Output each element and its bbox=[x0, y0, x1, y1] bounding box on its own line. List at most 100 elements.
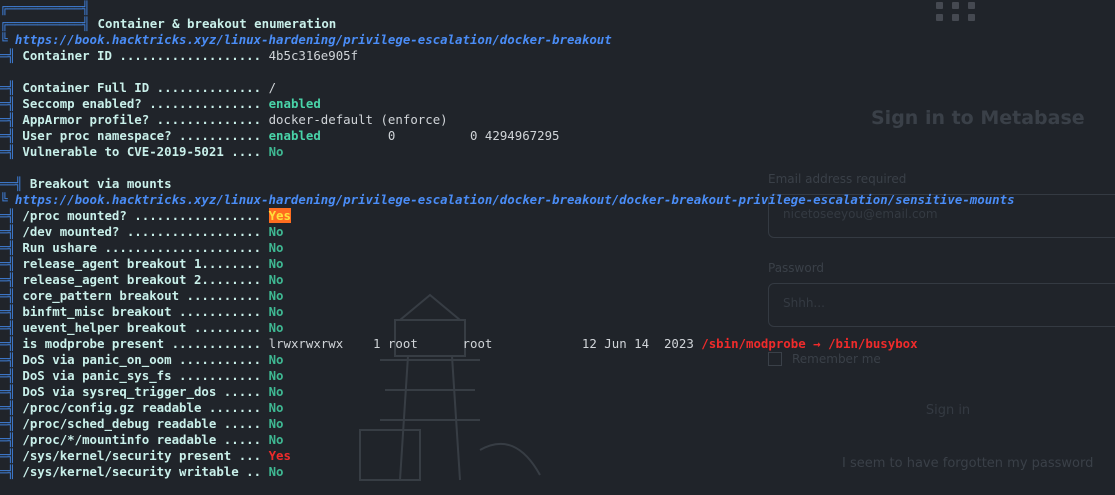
row-label: core_pattern breakout .......... bbox=[22, 288, 262, 303]
box-drawing-glyph: ═╣ bbox=[0, 288, 23, 303]
box-drawing-glyph: ═╣ bbox=[0, 432, 23, 447]
box-drawing-glyph: ═╣ bbox=[0, 304, 23, 319]
row-value: No bbox=[268, 432, 284, 447]
box-drawing-glyph: ═╣ bbox=[0, 400, 23, 415]
row-mountinfo: ═╣ /proc/*/mountinfo readable ..... No bbox=[0, 432, 284, 448]
row-label: User proc namespace? ........... bbox=[22, 128, 262, 143]
row-label: release_agent breakout 1........ bbox=[22, 256, 262, 271]
row-label: /proc/sched_debug readable ..... bbox=[22, 416, 262, 431]
row-proc-mounted: ═╣ /proc mounted? ................. Yes bbox=[0, 208, 291, 224]
row-config-gz: ═╣ /proc/config.gz readable ....... No bbox=[0, 400, 284, 416]
row-label: is modprobe present ............ bbox=[22, 336, 262, 351]
row-value: No bbox=[268, 416, 284, 431]
row-security-writable: ═╣ /sys/kernel/security writable .. No bbox=[0, 464, 284, 480]
row-label: DoS via panic_on_oom ........... bbox=[22, 352, 262, 367]
box-drawing-glyph: ═╣ bbox=[0, 256, 23, 271]
box-drawing-glyph: ═╣ bbox=[0, 224, 23, 239]
box-drawing-glyph: ═╣ bbox=[0, 464, 23, 479]
row-value: No bbox=[268, 384, 284, 399]
row-value: 4b5c316e905f bbox=[268, 48, 359, 63]
row-label: /sys/kernel/security present ... bbox=[22, 448, 262, 463]
row-container-id: ═╣ Container ID ................... 4b5c… bbox=[0, 48, 358, 64]
row-seccomp: ═╣ Seccomp enabled? ............... enab… bbox=[0, 96, 321, 112]
row-value: docker-default (enforce) bbox=[268, 112, 448, 127]
row-binfmt-misc: ═╣ binfmt_misc breakout ........... No bbox=[0, 304, 284, 320]
row-modprobe: ═╣ is modprobe present ............ lrwx… bbox=[0, 336, 918, 352]
section1-url-line: ╚ https://book.hacktricks.xyz/linux-hard… bbox=[0, 32, 612, 48]
row-label: /proc mounted? ................. bbox=[22, 208, 262, 223]
section1-title: Container & breakout enumeration bbox=[97, 16, 337, 31]
box-drawing-glyph: ═╣ bbox=[0, 144, 23, 159]
row-label: /proc/*/mountinfo readable ..... bbox=[22, 432, 262, 447]
row-value: No bbox=[268, 144, 284, 159]
row-label: Container ID ................... bbox=[22, 48, 262, 63]
row-value: lrwxrwxrwx 1 root root 12 Jun 14 2023 bbox=[268, 336, 702, 351]
section2-url-line: ╚ https://book.hacktricks.xyz/linux-hard… bbox=[0, 192, 1015, 208]
box-drawing-glyph: ═╣ bbox=[0, 336, 23, 351]
box-drawing-glyph: ═╣ bbox=[0, 80, 23, 95]
row-cve-2019-5021: ═╣ Vulnerable to CVE-2019-5021 .... No bbox=[0, 144, 284, 160]
box-drawing-glyph: ═╣ bbox=[0, 352, 23, 367]
row-value: No bbox=[268, 288, 284, 303]
box-drawing-glyph: ╚ bbox=[0, 32, 15, 47]
row-security-present: ═╣ /sys/kernel/security present ... Yes bbox=[0, 448, 291, 464]
row-label: /proc/config.gz readable ....... bbox=[22, 400, 262, 415]
row-label: Run ushare ..................... bbox=[22, 240, 262, 255]
box-drawing-glyph: ═╣ bbox=[0, 448, 23, 463]
row-value: No bbox=[268, 400, 284, 415]
row-value: No bbox=[268, 272, 284, 287]
section2-title: Breakout via mounts bbox=[29, 176, 172, 191]
terminal-output: ╔══════════╣ ╔══════════╣ Container & bre… bbox=[0, 0, 1115, 495]
box-drawing-glyph: ═╣ bbox=[0, 240, 23, 255]
row-label: AppArmor profile? .............. bbox=[22, 112, 262, 127]
box-drawing-glyph: ╔══════════╣ bbox=[0, 16, 90, 31]
row-release-agent-2: ═╣ release_agent breakout 2........ No bbox=[0, 272, 284, 288]
row-value: enabled bbox=[268, 96, 321, 111]
box-drawing-glyph: ═╣ bbox=[0, 368, 23, 383]
row-value: No bbox=[268, 464, 284, 479]
row-label: Container Full ID .............. bbox=[22, 80, 262, 95]
box-drawing-glyph: ═╣ bbox=[0, 48, 23, 63]
box-drawing-glyph: ═╣ bbox=[0, 96, 23, 111]
row-value: No bbox=[268, 304, 284, 319]
box-drawing-glyph: ═╣ bbox=[0, 384, 23, 399]
row-label: release_agent breakout 2........ bbox=[22, 272, 262, 287]
row-label: Vulnerable to CVE-2019-5021 .... bbox=[22, 144, 262, 159]
row-label: /sys/kernel/security writable .. bbox=[22, 464, 262, 479]
row-sched-debug: ═╣ /proc/sched_debug readable ..... No bbox=[0, 416, 284, 432]
row-label: DoS via panic_sys_fs ........... bbox=[22, 368, 262, 383]
box-drawing-glyph: ═╣ bbox=[0, 128, 23, 143]
row-value: Yes bbox=[268, 448, 291, 463]
box-drawing-glyph: ═╣ bbox=[0, 208, 23, 223]
row-label: DoS via sysreq_trigger_dos ..... bbox=[22, 384, 262, 399]
row-label: Seccomp enabled? ............... bbox=[22, 96, 262, 111]
section1-header: ╔══════════╣ Container & breakout enumera… bbox=[0, 16, 336, 32]
box-drawing-glyph: ═╣ bbox=[0, 320, 23, 335]
row-apparmor: ═╣ AppArmor profile? .............. dock… bbox=[0, 112, 448, 128]
row-value: No bbox=[268, 368, 284, 383]
row-value: enabled bbox=[268, 128, 321, 143]
row-run-ushare: ═╣ Run ushare ..................... No bbox=[0, 240, 284, 256]
section2-url[interactable]: https://book.hacktricks.xyz/linux-harden… bbox=[15, 192, 1015, 207]
box-drawing-glyph: ══╣ bbox=[0, 176, 30, 191]
row-value: No bbox=[268, 224, 284, 239]
row-uevent-helper: ═╣ uevent_helper breakout ......... No bbox=[0, 320, 284, 336]
row-value: / bbox=[268, 80, 277, 95]
row-core-pattern: ═╣ core_pattern breakout .......... No bbox=[0, 288, 284, 304]
section1-url[interactable]: https://book.hacktricks.xyz/linux-harden… bbox=[15, 32, 612, 47]
row-value: No bbox=[268, 256, 284, 271]
row-value: No bbox=[268, 240, 284, 255]
row-value: No bbox=[268, 320, 284, 335]
row-value: Yes bbox=[268, 208, 291, 223]
row-container-full-id: ═╣ Container Full ID .............. / bbox=[0, 80, 276, 96]
row-panic-on-oom: ═╣ DoS via panic_on_oom ........... No bbox=[0, 352, 284, 368]
row-label: binfmt_misc breakout ........... bbox=[22, 304, 262, 319]
row-panic-sys-fs: ═╣ DoS via panic_sys_fs ........... No bbox=[0, 368, 284, 384]
row-user-proc-ns: ═╣ User proc namespace? ........... enab… bbox=[0, 128, 560, 144]
row-value: No bbox=[268, 352, 284, 367]
box-drawing-glyph: ═╣ bbox=[0, 416, 23, 431]
box-drawing-glyph: ═╣ bbox=[0, 272, 23, 287]
row-label: /dev mounted? .................. bbox=[22, 224, 262, 239]
row-release-agent-1: ═╣ release_agent breakout 1........ No bbox=[0, 256, 284, 272]
section-box-top: ╔══════════╣ bbox=[0, 0, 90, 15]
